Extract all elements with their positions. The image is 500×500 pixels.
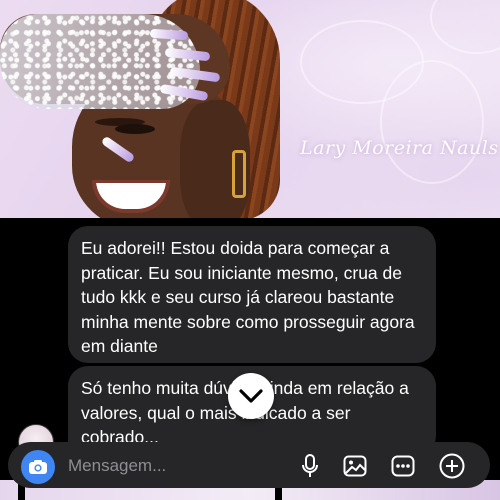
camera-button[interactable] bbox=[21, 450, 55, 484]
eye bbox=[115, 124, 155, 134]
camera-icon bbox=[29, 460, 47, 474]
gallery-icon bbox=[343, 455, 367, 477]
chevron-down-icon bbox=[239, 389, 263, 403]
message-text: Eu adorei!! Estou doida para começar a p… bbox=[81, 238, 415, 356]
sticker-icon bbox=[391, 455, 415, 477]
sticker-button[interactable] bbox=[389, 452, 417, 480]
floral-pattern bbox=[430, 0, 500, 54]
plus-icon bbox=[439, 453, 465, 479]
message-bubble[interactable]: Eu adorei!! Estou doida para começar a p… bbox=[68, 226, 436, 363]
microphone-button[interactable] bbox=[296, 452, 324, 480]
message-composer bbox=[8, 442, 490, 488]
scroll-to-bottom-button[interactable] bbox=[228, 373, 274, 419]
message-input[interactable] bbox=[68, 453, 288, 479]
gallery-button[interactable] bbox=[341, 452, 369, 480]
floral-pattern bbox=[380, 60, 484, 184]
watermark-signature: Lary Moreira Nauls bbox=[300, 137, 499, 159]
earring bbox=[232, 150, 246, 198]
plus-button[interactable] bbox=[438, 452, 466, 480]
microphone-icon bbox=[302, 454, 318, 477]
header-photo: Lary Moreira Nauls bbox=[0, 0, 500, 218]
